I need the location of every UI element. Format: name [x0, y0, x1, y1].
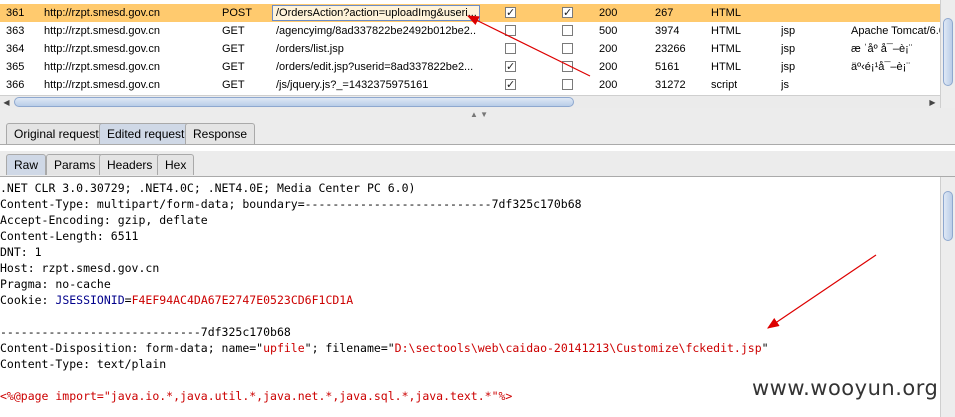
row-id: 366: [6, 79, 25, 91]
row-method: GET: [222, 25, 245, 37]
row-title: æ ˈåº å¯–è¡¨: [851, 43, 913, 55]
header-line: Accept-Encoding: gzip, deflate: [0, 213, 208, 227]
tab-params[interactable]: Params: [46, 154, 104, 175]
table-row[interactable]: 366 http://rzpt.smesd.gov.cn GET /js/jqu…: [0, 76, 940, 94]
tab-raw[interactable]: Raw: [6, 154, 47, 175]
table-row[interactable]: 361 http://rzpt.smesd.gov.cn POST /Order…: [0, 4, 940, 22]
row-method: GET: [222, 43, 245, 55]
header-line: Content-Length: 6511: [0, 229, 139, 243]
cookie-name: JSESSIONID: [55, 293, 125, 307]
checkbox-edited[interactable]: [562, 61, 573, 72]
splitter-grip-icon[interactable]: ▲ ▼: [470, 110, 488, 119]
checkbox-edited[interactable]: [562, 79, 573, 90]
pane-splitter[interactable]: ▲ ▼: [0, 108, 955, 120]
tab-headers[interactable]: Headers: [99, 154, 161, 175]
row-title: Apache Tomcat/6.0: [851, 25, 940, 37]
row-length: 23266: [655, 43, 686, 55]
row-host: http://rzpt.smesd.gov.cn: [44, 61, 160, 73]
row-method: GET: [222, 79, 245, 91]
history-horizontal-scrollbar[interactable]: ◀ ▶: [0, 95, 940, 109]
row-method: POST: [222, 7, 252, 19]
row-length: 267: [655, 7, 674, 19]
table-row[interactable]: 363 http://rzpt.smesd.gov.cn GET /agency…: [0, 22, 940, 40]
cookie-key: Cookie:: [0, 293, 56, 307]
checkbox-params[interactable]: [505, 43, 516, 54]
tab-response[interactable]: Response: [185, 123, 256, 144]
row-url: /agencyimg/8ad337822be2492b012be2...: [276, 25, 476, 37]
row-status: 200: [599, 79, 618, 91]
header-line: DNT: 1: [0, 245, 42, 259]
row-extension: jsp: [781, 61, 796, 73]
checkbox-params[interactable]: [505, 58, 516, 76]
row-url: /OrdersAction?action=uploadImg&useri...: [276, 7, 476, 19]
checkbox-params[interactable]: [505, 4, 516, 22]
http-history-table: 361 http://rzpt.smesd.gov.cn POST /Order…: [0, 0, 940, 95]
row-extension: jsp: [781, 25, 796, 37]
table-row[interactable]: 365 http://rzpt.smesd.gov.cn GET /orders…: [0, 58, 940, 76]
row-host: http://rzpt.smesd.gov.cn: [44, 79, 160, 91]
disposition-prefix: Content-Disposition: form-data; name=": [0, 341, 264, 355]
disposition-suffix: ": [761, 341, 769, 355]
checkbox-params[interactable]: [505, 25, 516, 36]
checkbox-edited[interactable]: [562, 4, 573, 22]
row-mime: HTML: [711, 7, 741, 19]
cookie-equals: =: [124, 293, 132, 307]
row-status: 500: [599, 25, 618, 37]
row-host: http://rzpt.smesd.gov.cn: [44, 25, 160, 37]
row-length: 3974: [655, 25, 680, 37]
header-line: Content-Type: multipart/form-data; bound…: [0, 197, 582, 211]
row-mime: HTML: [711, 43, 741, 55]
row-id: 363: [6, 25, 25, 37]
header-line: Pragma: no-cache: [0, 277, 111, 291]
header-line: Host: rzpt.smesd.gov.cn: [0, 261, 160, 275]
editor-vertical-scrollbar[interactable]: [940, 177, 955, 417]
tab-original-request[interactable]: Original request: [6, 123, 107, 144]
row-url: /orders/edit.jsp?userid=8ad337822be2...: [276, 61, 474, 73]
row-url: /js/jquery.js?_=1432375975161: [276, 79, 429, 91]
row-length: 5161: [655, 61, 680, 73]
row-id: 361: [6, 7, 25, 19]
row-status: 200: [599, 7, 618, 19]
row-id: 365: [6, 61, 25, 73]
table-row[interactable]: 364 http://rzpt.smesd.gov.cn GET /orders…: [0, 40, 940, 58]
scrollbar-thumb[interactable]: [14, 97, 574, 107]
tab-hex[interactable]: Hex: [157, 154, 195, 175]
row-host: http://rzpt.smesd.gov.cn: [44, 7, 160, 19]
tab-edited-request[interactable]: Edited request: [99, 123, 193, 144]
scrollbar-thumb[interactable]: [943, 191, 953, 241]
row-host: http://rzpt.smesd.gov.cn: [44, 43, 160, 55]
request-tab-bar: Original request Edited request Response: [0, 120, 955, 145]
watermark: www.wooyun.org: [752, 376, 939, 400]
view-tab-bar: Raw Params Headers Hex: [0, 151, 955, 177]
row-mime: HTML: [711, 61, 741, 73]
jsp-import-line: <%@page import="java.io.*,java.util.*,ja…: [0, 389, 513, 403]
row-method: GET: [222, 61, 245, 73]
row-id: 364: [6, 43, 25, 55]
content-type-line: Content-Type: text/plain: [0, 357, 167, 371]
row-status: 200: [599, 61, 618, 73]
cookie-line: Cookie: JSESSIONID=F4EF94AC4DA67E2747E05…: [0, 292, 353, 308]
row-mime: HTML: [711, 25, 741, 37]
scrollbar-thumb[interactable]: [943, 18, 953, 86]
header-line: .NET CLR 3.0.30729; .NET4.0C; .NET4.0E; …: [0, 181, 416, 195]
row-extension: jsp: [781, 43, 796, 55]
history-vertical-scrollbar[interactable]: [940, 0, 955, 108]
disposition-mid: "; filename=": [304, 341, 395, 355]
row-length: 31272: [655, 79, 686, 91]
row-title: äº‹é¡¹å¯–è¡¨: [851, 61, 910, 73]
row-extension: js: [781, 79, 789, 91]
checkbox-params[interactable]: [505, 76, 516, 94]
row-status: 200: [599, 43, 618, 55]
boundary-line: -----------------------------7df325c170b…: [0, 325, 291, 339]
field-name: upfile: [263, 341, 305, 355]
filename-value: D:\sectools\web\caidao-20141213\Customiz…: [394, 341, 762, 355]
content-disposition-line: Content-Disposition: form-data; name="up…: [0, 340, 769, 356]
checkbox-edited[interactable]: [562, 25, 573, 36]
cookie-value: F4EF94AC4DA67E2747E0523CD6F1CD1A: [131, 293, 354, 307]
row-mime: script: [711, 79, 738, 91]
row-url: /orders/list.jsp: [276, 43, 344, 55]
checkbox-edited[interactable]: [562, 43, 573, 54]
